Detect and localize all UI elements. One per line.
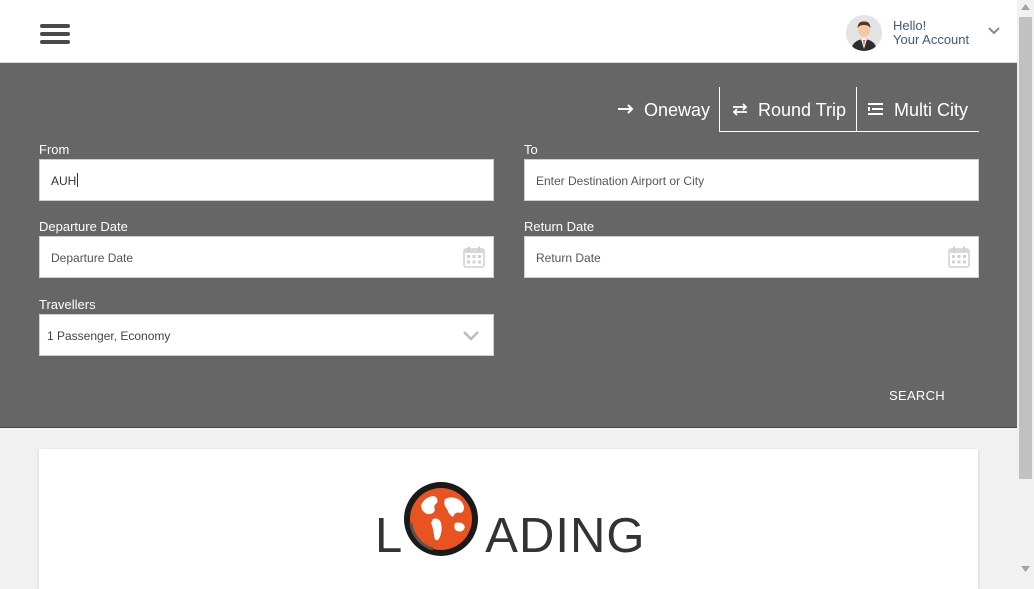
tab-oneway-label: Oneway (644, 100, 711, 120)
departure-date-label: Departure Date (39, 219, 128, 234)
from-value: AUH (51, 173, 79, 188)
from-label: From (39, 142, 70, 157)
travellers-select[interactable]: 1 Passenger, Economy (39, 314, 494, 356)
search-button[interactable]: SEARCH (880, 384, 954, 408)
list-icon (868, 103, 883, 115)
calendar-icon[interactable] (463, 246, 485, 268)
vertical-scrollbar[interactable] (1017, 0, 1034, 576)
top-header: Hello! Your Account (0, 0, 1017, 63)
scroll-up-arrow-icon[interactable] (1021, 4, 1030, 10)
return-date-placeholder: Return Date (536, 251, 601, 265)
globe-icon (404, 482, 478, 556)
departure-date-input[interactable]: Departure Date (39, 236, 494, 278)
arrow-right-icon (618, 104, 634, 114)
departure-date-placeholder: Departure Date (51, 251, 134, 265)
greeting-text: Hello! (893, 18, 927, 33)
account-menu[interactable]: Hello! Your Account (846, 15, 1006, 53)
tab-multi-city[interactable]: Multi City (856, 87, 979, 132)
to-placeholder: Enter Destination Airport or City (536, 174, 705, 188)
scrollbar-thumb[interactable] (1019, 17, 1032, 479)
chevron-down-icon (463, 331, 479, 341)
from-input[interactable]: AUH (39, 159, 494, 201)
loading-card: L ADING (39, 449, 978, 589)
tab-round-trip-label: Round Trip (758, 100, 847, 120)
travellers-value: 1 Passenger, Economy (47, 329, 171, 343)
calendar-icon[interactable] (948, 246, 970, 268)
to-input[interactable]: Enter Destination Airport or City (524, 159, 979, 201)
tab-oneway[interactable]: Oneway (606, 87, 719, 131)
chevron-down-icon[interactable] (988, 27, 1000, 35)
menu-icon[interactable] (40, 24, 70, 44)
to-label: To (524, 142, 538, 157)
avatar (846, 15, 882, 51)
return-date-input[interactable]: Return Date (524, 236, 979, 278)
scroll-down-arrow-icon[interactable] (1021, 566, 1030, 572)
account-label: Your Account (893, 32, 970, 47)
tab-round-trip[interactable]: Round Trip (719, 87, 857, 132)
return-date-label: Return Date (524, 219, 595, 234)
travellers-label: Travellers (39, 297, 96, 312)
tab-multi-city-label: Multi City (894, 100, 969, 120)
flight-search-panel: Oneway Round Trip Multi City From AUH To… (0, 63, 1017, 428)
swap-arrows-icon (732, 103, 748, 116)
